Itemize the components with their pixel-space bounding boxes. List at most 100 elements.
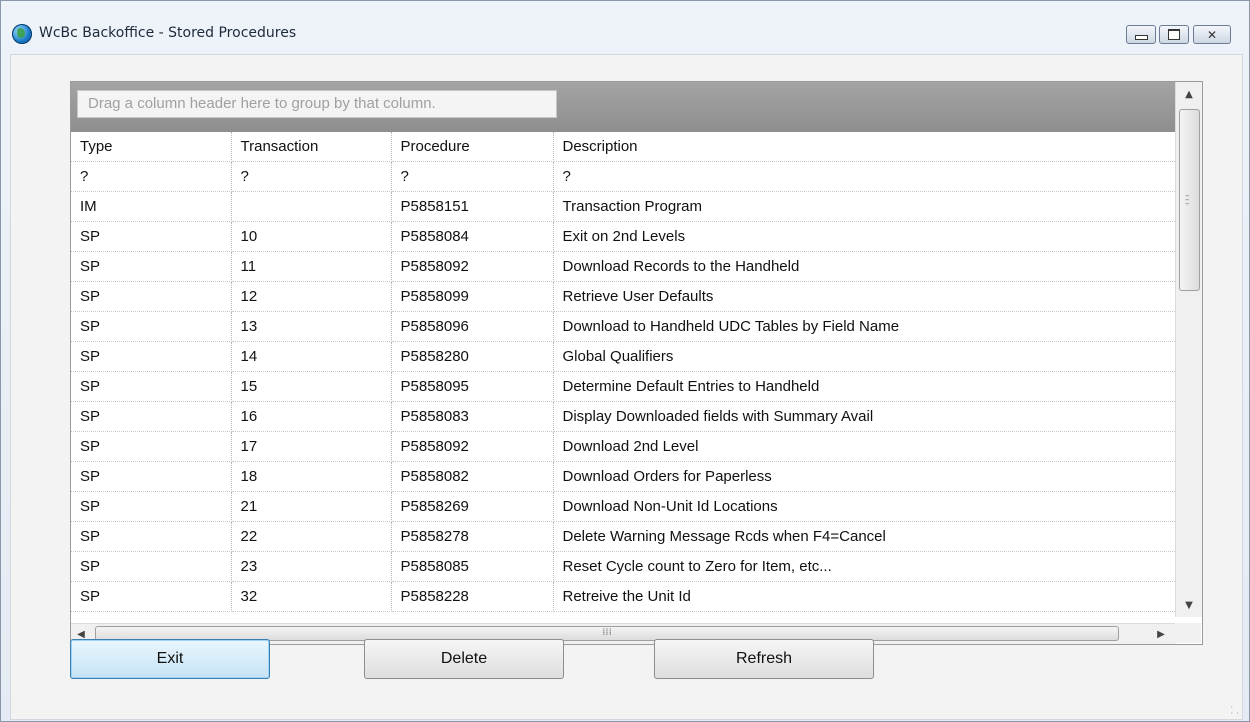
cell-procedure: P5858092 [391,431,554,462]
table-row[interactable]: SP 12 P5858099 Retrieve User Defaults [71,281,1175,312]
grip-icon: – – – [1185,191,1190,209]
cell-description: Determine Default Entries to Handheld [553,371,1175,402]
table-row[interactable]: IM P5858151 Transaction Program [71,191,1175,222]
cell-transaction [231,191,392,222]
cell-procedure: P5858082 [391,461,554,492]
cell-description: Reset Cycle count to Zero for Item, etc.… [553,551,1175,582]
filter-cell-description[interactable]: ? [553,161,1175,192]
column-header-description[interactable]: Description [553,132,1175,162]
cell-description: Transaction Program [553,191,1175,222]
filter-cell-procedure[interactable]: ? [391,161,554,192]
cell-type: SP [71,461,232,492]
cell-type: SP [71,281,232,312]
table-row[interactable]: SP 14 P5858280 Global Qualifiers [71,341,1175,372]
cell-type: SP [71,521,232,552]
table-row[interactable]: SP 22 P5858278 Delete Warning Message Rcds … [71,521,1175,552]
client-area: Drag a column header here to group by th… [10,54,1243,720]
cell-description: Display Downloaded fields with Summary A… [553,401,1175,432]
table-row[interactable]: SP 13 P5858096 Download to Handheld UDC Tab… [71,311,1175,342]
column-header-type[interactable]: Type [71,132,232,162]
cell-description: Exit on 2nd Levels [553,221,1175,252]
cell-procedure: P5858099 [391,281,554,312]
cell-procedure: P5858084 [391,221,554,252]
cell-type: IM [71,191,232,222]
exit-button[interactable]: Exit [70,639,270,679]
table-row[interactable]: SP 10 P5858084 Exit on 2nd Levels [71,221,1175,252]
cell-description: Download Records to the Handheld [553,251,1175,282]
vertical-scrollbar[interactable]: ▲ – – – ▼ [1175,82,1202,617]
cell-transaction: 17 [231,431,392,462]
cell-type: SP [71,311,232,342]
cell-description: Download 2nd Level [553,431,1175,462]
cell-type: SP [71,251,232,282]
cell-transaction: 23 [231,551,392,582]
vertical-scroll-thumb[interactable]: – – – [1179,109,1200,291]
column-header-procedure[interactable]: Procedure [391,132,554,162]
cell-transaction: 10 [231,221,392,252]
cell-transaction: 13 [231,311,392,342]
table-row[interactable]: SP 23 P5858085 Reset Cycle count to Zero fo… [71,551,1175,582]
cell-procedure: P5858092 [391,251,554,282]
table-row[interactable]: SP 11 P5858092 Download Records to the Hand… [71,251,1175,282]
cell-procedure: P5858228 [391,581,554,612]
maximize-icon [1168,29,1180,40]
title-bar: WcBc Backoffice - Stored Procedures ✕ [1,1,1249,53]
cell-transaction: 15 [231,371,392,402]
cell-description: Retrieve User Defaults [553,281,1175,312]
maximize-button[interactable] [1159,25,1189,44]
resize-grip-icon[interactable]: · · · [1230,704,1239,719]
cell-type: SP [71,341,232,372]
scroll-up-arrow-icon[interactable]: ▲ [1176,82,1202,106]
cell-description: Download to Handheld UDC Tables by Field… [553,311,1175,342]
refresh-button[interactable]: Refresh [654,639,874,679]
cell-description: Delete Warning Message Rcds when F4=Canc… [553,521,1175,552]
cell-procedure: P5858280 [391,341,554,372]
cell-description: Download Orders for Paperless [553,461,1175,492]
cell-type: SP [71,431,232,462]
scroll-down-arrow-icon[interactable]: ▼ [1176,593,1202,617]
cell-transaction: 16 [231,401,392,432]
cell-type: SP [71,551,232,582]
filter-row: ? ? ? ? [71,161,1175,192]
close-button[interactable]: ✕ [1193,25,1231,44]
cell-type: SP [71,491,232,522]
cell-transaction: 11 [231,251,392,282]
delete-button[interactable]: Delete [364,639,564,679]
cell-procedure: P5858085 [391,551,554,582]
scroll-corner [1175,623,1201,643]
filter-cell-transaction[interactable]: ? [231,161,392,192]
table-row[interactable]: SP 15 P5858095 Determine Default Entries to… [71,371,1175,402]
table-row[interactable]: SP 17 P5858092 Download 2nd Level [71,431,1175,462]
cell-procedure: P5858151 [391,191,554,222]
column-header-transaction[interactable]: Transaction [231,132,392,162]
cell-description: Retreive the Unit Id [553,581,1175,612]
cell-type: SP [71,401,232,432]
cell-transaction: 14 [231,341,392,372]
cell-description: Download Non-Unit Id Locations [553,491,1175,522]
table-row[interactable]: SP 21 P5858269 Download Non-Unit Id Locatio… [71,491,1175,522]
cell-procedure: P5858095 [391,371,554,402]
table-row[interactable]: SP 16 P5858083 Display Downloaded fields wi… [71,401,1175,432]
cell-transaction: 18 [231,461,392,492]
cell-transaction: 12 [231,281,392,312]
scroll-right-arrow-icon[interactable]: ▶ [1151,624,1171,644]
cell-transaction: 22 [231,521,392,552]
group-by-panel[interactable]: Drag a column header here to group by th… [71,82,1175,132]
main-window: WcBc Backoffice - Stored Procedures ✕ Dr… [0,0,1250,722]
cell-description: Global Qualifiers [553,341,1175,372]
filter-cell-type[interactable]: ? [71,161,232,192]
table-row[interactable]: SP 18 P5858082 Download Orders for Paperles… [71,461,1175,492]
cell-transaction: 21 [231,491,392,522]
cell-procedure: P5858278 [391,521,554,552]
header-row: Type Transaction Procedure Description [71,132,1175,162]
cell-type: SP [71,581,232,612]
window-title: WcBc Backoffice - Stored Procedures [39,25,297,41]
cell-type: SP [71,371,232,402]
procedures-grid: Drag a column header here to group by th… [70,81,1203,645]
minimize-button[interactable] [1126,25,1156,44]
cell-procedure: P5858083 [391,401,554,432]
cell-transaction: 32 [231,581,392,612]
cell-type: SP [71,221,232,252]
table-row[interactable]: SP 32 P5858228 Retreive the Unit Id [71,581,1175,612]
globe-icon [12,24,32,44]
